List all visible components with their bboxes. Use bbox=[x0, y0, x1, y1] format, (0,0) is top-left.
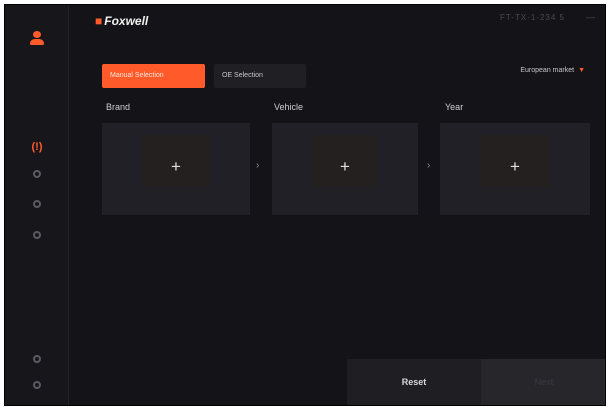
sidebar: (!) bbox=[5, 5, 69, 405]
vehicle-label: Vehicle bbox=[274, 102, 304, 112]
brand-select-card[interactable]: + bbox=[102, 123, 250, 215]
tpms-icon[interactable]: (!) bbox=[5, 139, 69, 153]
tab-oe-selection[interactable]: OE Selection bbox=[214, 64, 306, 88]
main-panel: ■ Foxwell FT-TX-1-234 5 — Manual Selectio… bbox=[69, 5, 605, 405]
user-icon[interactable] bbox=[5, 31, 69, 45]
settings-icon[interactable] bbox=[5, 355, 69, 363]
logo-mark-icon: ■ bbox=[95, 14, 103, 28]
add-icon: + bbox=[510, 157, 520, 176]
nav-item-icon[interactable] bbox=[5, 231, 69, 239]
brand-label: Brand bbox=[106, 102, 131, 112]
add-icon: + bbox=[340, 157, 350, 176]
tab-manual-selection[interactable]: Manual Selection bbox=[102, 64, 205, 88]
add-icon: + bbox=[171, 157, 181, 176]
chevron-right-icon: › bbox=[427, 160, 431, 171]
nav-item-icon[interactable] bbox=[5, 170, 69, 178]
caret-down-icon: ▼ bbox=[578, 67, 585, 74]
reset-button[interactable]: Reset bbox=[347, 359, 481, 405]
region-label: European market bbox=[520, 67, 575, 74]
year-select-card[interactable]: + bbox=[440, 123, 590, 215]
app-window: (!) ■ Foxwell FT-TX-1-234 5 — Manual Sele… bbox=[4, 4, 606, 406]
minimize-icon[interactable]: — bbox=[586, 12, 595, 22]
year-label: Year bbox=[445, 102, 464, 112]
chevron-right-icon: › bbox=[256, 160, 260, 171]
brand-logo: ■ Foxwell bbox=[95, 14, 149, 28]
region-dropdown[interactable]: European market ▼ bbox=[520, 67, 585, 74]
nav-item-icon[interactable] bbox=[5, 200, 69, 208]
next-button[interactable]: Next bbox=[481, 359, 605, 405]
vehicle-select-card[interactable]: + bbox=[272, 123, 418, 215]
info-icon[interactable] bbox=[5, 381, 69, 389]
device-serial: FT-TX-1-234 5 bbox=[499, 13, 565, 22]
